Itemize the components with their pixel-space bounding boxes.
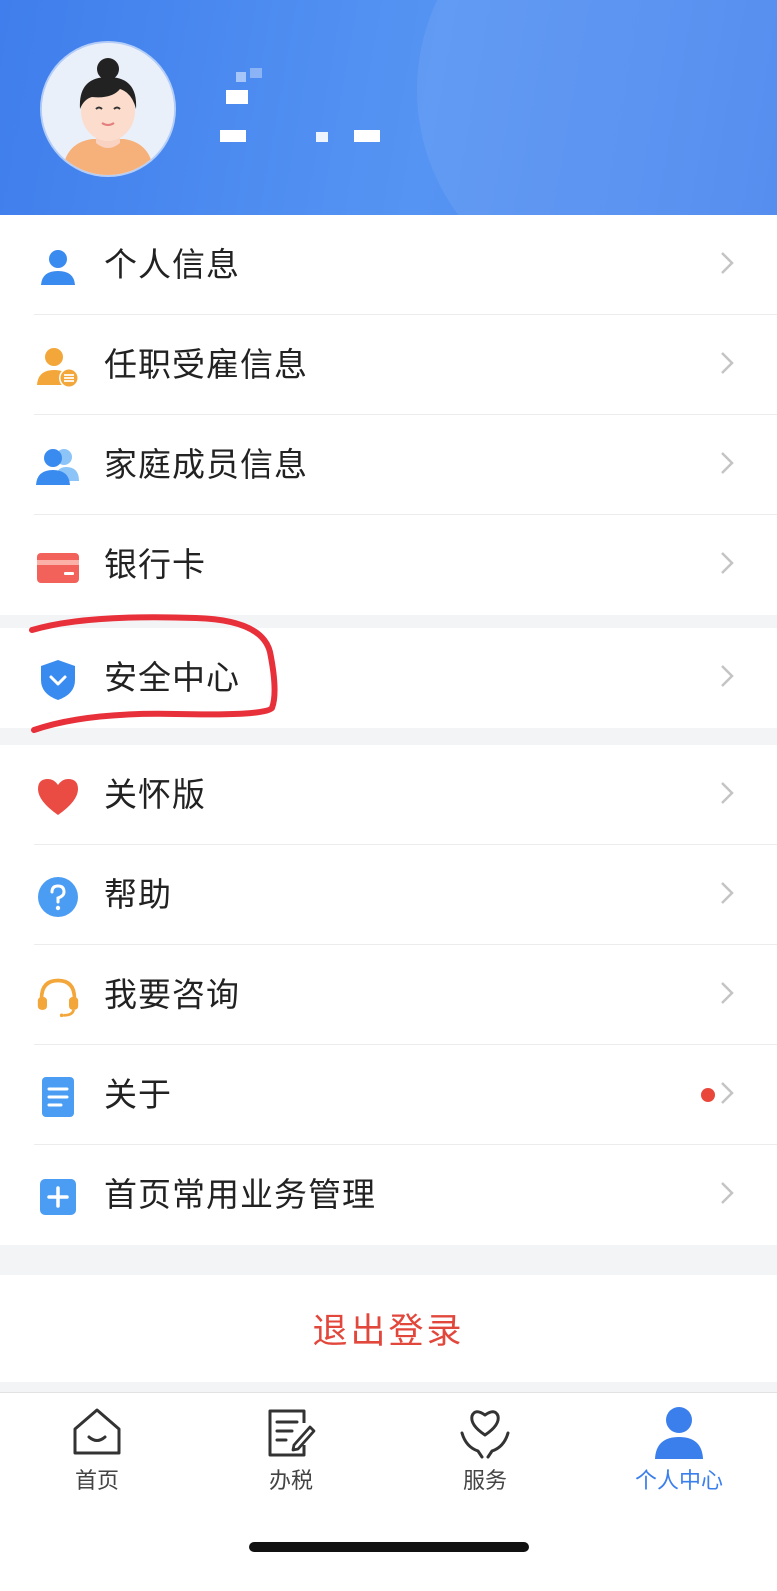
chevron-right-icon [721,665,734,687]
tab-tax[interactable]: 办税 [194,1405,388,1495]
heart-hands-icon [460,1410,510,1459]
menu-item-employment-info[interactable]: 任职受雇信息 [0,315,777,415]
menu-item-help[interactable]: 帮助 [0,845,777,945]
heart-icon [36,775,80,819]
tab-service[interactable]: 服务 [388,1405,582,1495]
chevron-right-icon [721,252,734,274]
plus-icon [36,1175,80,1219]
menu-item-label: 关怀版 [104,775,206,814]
home-indicator [249,1542,529,1552]
tab-personal-center[interactable]: 个人中心 [582,1405,776,1495]
menu-item-family-info[interactable]: 家庭成员信息 [0,415,777,515]
menu-item-about[interactable]: 关于 [0,1045,777,1145]
menu-item-label: 个人信息 [104,245,240,284]
chevron-right-icon [721,552,734,574]
avatar[interactable] [42,43,174,175]
menu-item-label: 首页常用业务管理 [104,1175,376,1214]
menu-group-more: 关怀版 帮助 我要咨询 关于 首页常用业务管理 [0,745,777,1245]
family-icon [36,445,80,489]
chevron-right-icon [721,1082,734,1104]
menu-item-bank-card[interactable]: 银行卡 [0,515,777,615]
person-icon [655,1407,703,1459]
menu-item-label: 任职受雇信息 [104,345,308,384]
tab-label: 个人中心 [634,1469,723,1494]
menu-item-label: 关于 [104,1075,172,1114]
person-icon [36,245,80,289]
bottom-tab-bar: 首页 办税 服务 个人中心 [0,1392,777,1591]
menu-group-security: 安全中心 [0,628,777,728]
chevron-right-icon [721,452,734,474]
tab-label: 服务 [462,1469,507,1494]
chevron-right-icon [721,352,734,374]
profile-header [0,0,777,215]
menu-item-consult[interactable]: 我要咨询 [0,945,777,1045]
logout-label: 退出登录 [312,1312,465,1352]
document-icon [36,1075,80,1119]
edit-form-icon [268,1409,316,1457]
menu-item-care-mode[interactable]: 关怀版 [0,745,777,845]
username-pixelated [220,60,420,150]
menu-item-personal-info[interactable]: 个人信息 [0,215,777,315]
menu-item-label: 家庭成员信息 [104,445,308,484]
menu-item-label: 银行卡 [104,545,206,584]
menu-group-personal: 个人信息 任职受雇信息 家庭成员信息 银行卡 [0,215,777,615]
chevron-right-icon [721,982,734,1004]
help-icon [36,875,80,919]
menu-item-label: 安全中心 [104,658,240,697]
headset-icon [36,975,80,1019]
chevron-right-icon [721,1182,734,1204]
tab-label: 办税 [268,1469,313,1494]
menu-item-security-center[interactable]: 安全中心 [0,628,777,728]
menu-item-label: 我要咨询 [104,975,240,1014]
shield-icon [36,658,80,702]
menu-item-label: 帮助 [104,875,172,914]
menu-item-home-services-manage[interactable]: 首页常用业务管理 [0,1145,777,1245]
avatar-illustration [42,43,174,175]
logout-button[interactable]: 退出登录 [0,1275,777,1382]
header-decoration [417,0,777,215]
tab-label: 首页 [74,1469,119,1494]
bank-card-icon [36,545,80,589]
tab-home[interactable]: 首页 [0,1405,194,1495]
chevron-right-icon [721,782,734,804]
employment-icon [36,345,80,389]
home-icon [73,1408,121,1455]
chevron-right-icon [721,882,734,904]
